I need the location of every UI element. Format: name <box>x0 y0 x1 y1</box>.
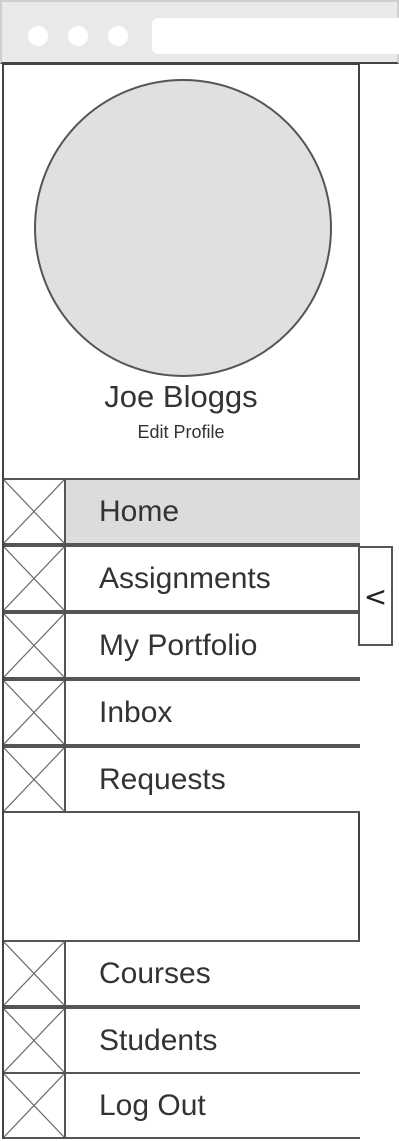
placeholder-image-icon <box>4 480 66 543</box>
sidebar-item-label: Home <box>99 494 180 528</box>
window-control-dot[interactable] <box>108 26 128 46</box>
sidebar-item-log-out[interactable]: Log Out <box>4 1072 360 1139</box>
edit-profile-link[interactable]: Edit Profile <box>4 422 358 443</box>
window-control-dot[interactable] <box>68 26 88 46</box>
placeholder-image-icon <box>4 614 66 677</box>
avatar[interactable] <box>34 79 332 377</box>
placeholder-image-icon <box>4 547 66 610</box>
sidebar-item-label: Requests <box>99 762 226 796</box>
placeholder-image-icon <box>4 1009 66 1072</box>
placeholder-image-icon <box>4 1074 66 1137</box>
sidebar-item-label: Inbox <box>99 695 173 729</box>
sidebar-item-label: Assignments <box>99 561 271 595</box>
placeholder-image-icon <box>4 748 66 811</box>
sidebar-item-label: Log Out <box>99 1088 206 1122</box>
sidebar-item-requests[interactable]: Requests <box>4 746 360 813</box>
window-control-dot[interactable] <box>28 26 48 46</box>
sidebar-item-assignments[interactable]: Assignments <box>4 545 360 612</box>
placeholder-image-icon <box>4 681 66 744</box>
placeholder-image-icon <box>4 942 66 1005</box>
sidebar-item-courses[interactable]: Courses <box>4 940 360 1007</box>
sidebar-item-students[interactable]: Students <box>4 1007 360 1074</box>
collapse-sidebar-button[interactable]: < <box>358 546 393 646</box>
sidebar: Joe Bloggs Edit Profile Home Assignments… <box>2 63 360 1139</box>
profile-name: Joe Bloggs <box>104 379 258 414</box>
sidebar-item-label: Students <box>99 1023 218 1057</box>
sidebar-item-label: My Portfolio <box>99 628 258 662</box>
browser-window-bar <box>0 0 399 64</box>
sidebar-item-my-portfolio[interactable]: My Portfolio <box>4 612 360 679</box>
sidebar-item-inbox[interactable]: Inbox <box>4 679 360 746</box>
address-bar[interactable] <box>152 18 399 54</box>
sidebar-item-home[interactable]: Home <box>4 478 360 545</box>
sidebar-item-label: Courses <box>99 956 211 990</box>
